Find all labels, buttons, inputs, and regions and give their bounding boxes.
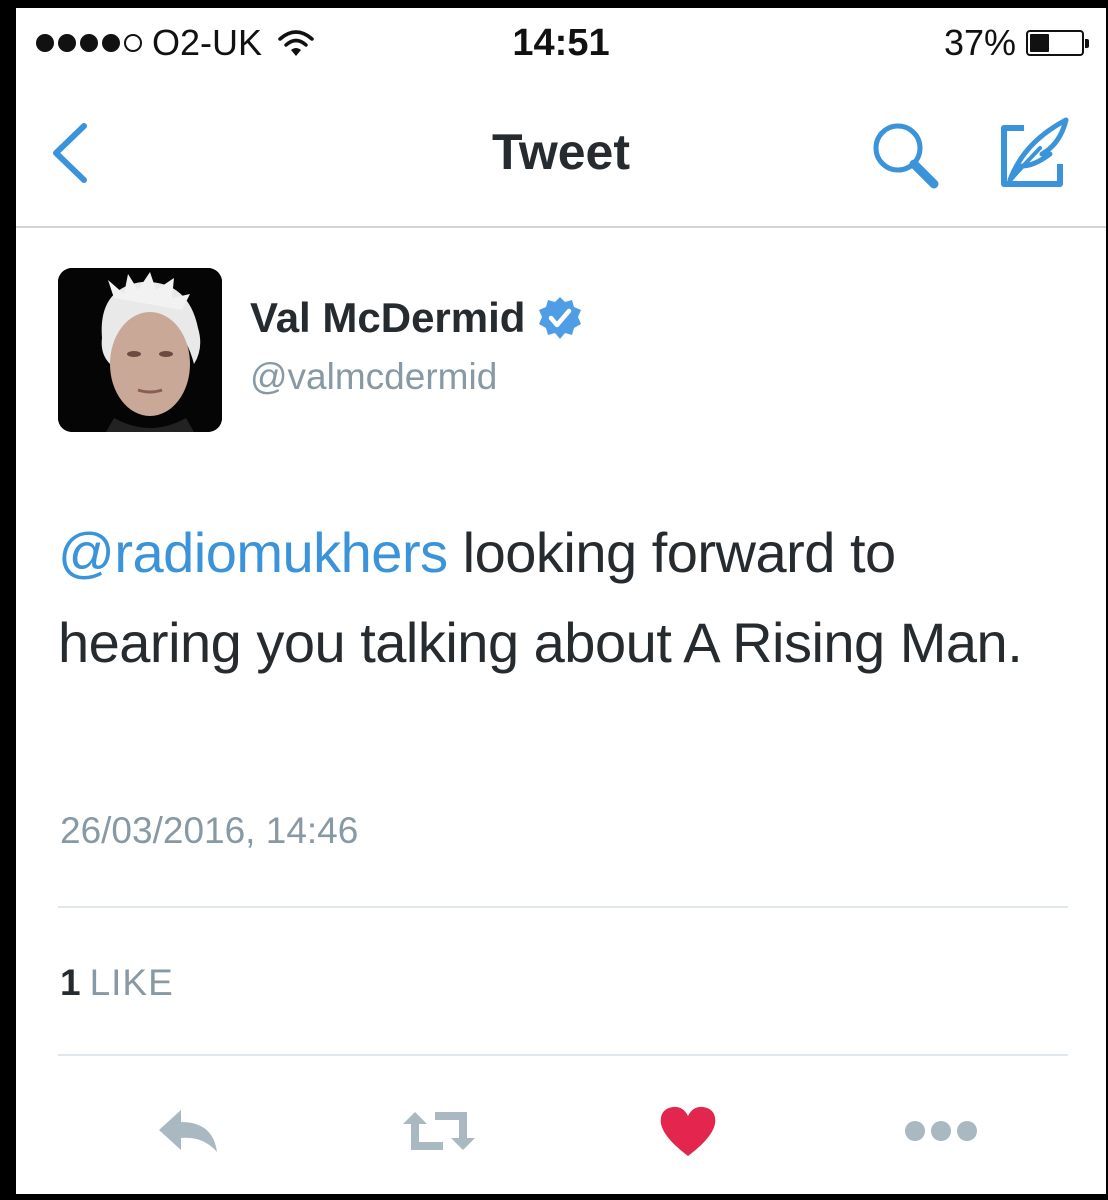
- divider: [58, 906, 1068, 908]
- retweet-button[interactable]: [394, 1096, 484, 1166]
- status-bar: O2-UK 14:51 37%: [16, 8, 1106, 78]
- avatar-portrait-icon: [58, 268, 222, 432]
- verified-badge-icon: [539, 297, 582, 339]
- like-label: LIKE: [89, 962, 174, 1003]
- like-button[interactable]: [648, 1096, 728, 1166]
- compose-icon: [1001, 117, 1069, 187]
- user-handle[interactable]: @valmcdermid: [250, 356, 497, 398]
- tweet-timestamp: 26/03/2016, 14:46: [60, 810, 359, 851]
- likes-summary[interactable]: 1 LIKE: [60, 962, 174, 1004]
- battery-group: 37%: [943, 20, 1089, 66]
- avatar[interactable]: [58, 268, 222, 432]
- search-icon: [873, 123, 939, 189]
- compose-tweet-button[interactable]: [994, 114, 1074, 194]
- more-icon: [905, 1121, 977, 1141]
- navigation-bar: Tweet: [16, 78, 1106, 228]
- reply-button[interactable]: [148, 1096, 228, 1166]
- like-count: 1: [60, 962, 82, 1003]
- mention-link[interactable]: @radiomukhers: [58, 521, 448, 584]
- battery-percent: 37%: [943, 22, 1016, 63]
- battery-fill: [1030, 34, 1049, 52]
- retweet-icon: [403, 1112, 475, 1150]
- tweet-detail-screen: O2-UK 14:51 37% Tweet Val McDermid @valm…: [16, 8, 1106, 1194]
- tweet-text: @radiomukhers looking forward to hearing…: [58, 508, 1068, 688]
- search-button[interactable]: [868, 118, 944, 194]
- clock: 14:51: [512, 22, 610, 64]
- reply-icon: [159, 1110, 217, 1152]
- divider: [58, 1054, 1068, 1056]
- like-heart-icon: [660, 1106, 716, 1156]
- more-options-button[interactable]: [896, 1096, 986, 1166]
- user-display-name: Val McDermid: [250, 294, 526, 341]
- battery-icon: [1026, 30, 1089, 56]
- user-name-row[interactable]: Val McDermid: [250, 294, 583, 342]
